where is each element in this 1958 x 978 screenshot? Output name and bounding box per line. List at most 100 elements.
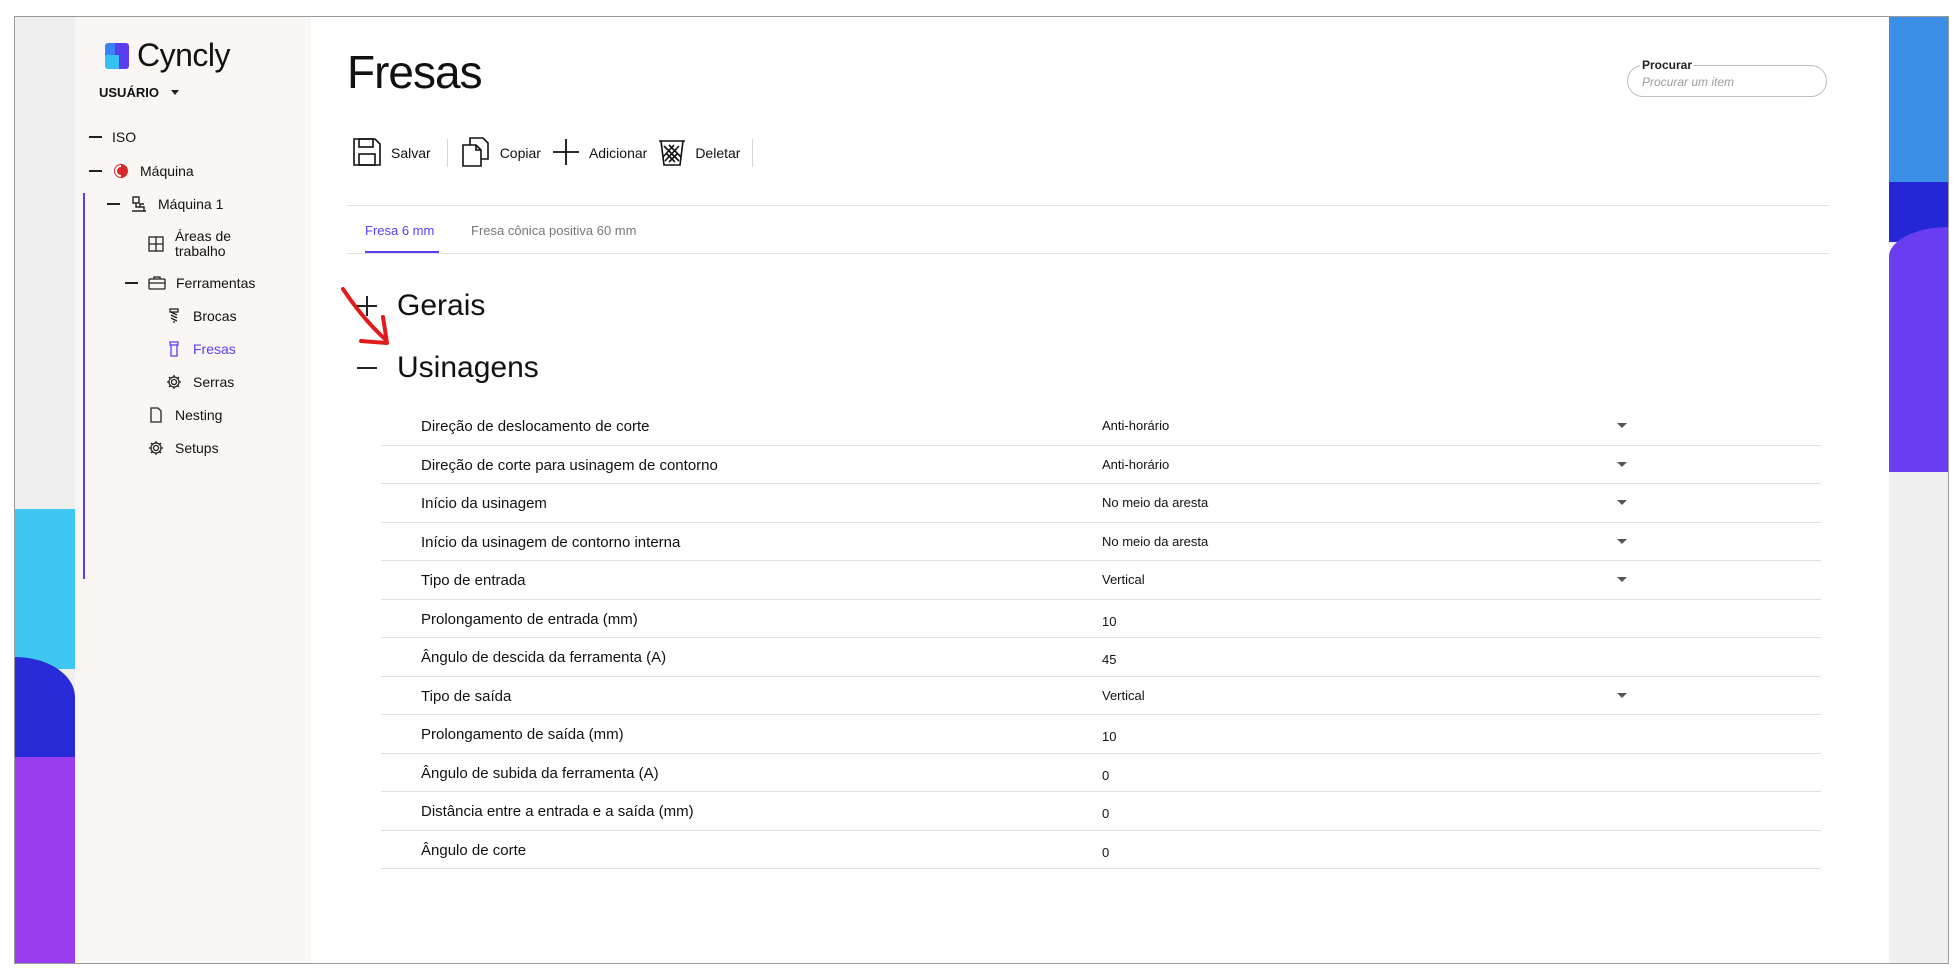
delete-button[interactable]: Deletar bbox=[657, 137, 750, 170]
table-row: Ângulo de descida da ferramenta (A) 45 bbox=[381, 638, 1821, 677]
dropdown-arrow-icon[interactable] bbox=[1617, 461, 1627, 467]
copy-button[interactable]: Copiar bbox=[460, 136, 551, 171]
property-label: Tipo de saída bbox=[421, 687, 512, 705]
property-input[interactable]: 0 bbox=[1102, 806, 1109, 821]
property-label: Prolongamento de entrada (mm) bbox=[421, 610, 638, 628]
chevron-down-icon bbox=[170, 90, 179, 95]
tabs-divider-top bbox=[347, 205, 1829, 206]
page-title: Fresas bbox=[347, 46, 483, 98]
sidebar-item-ferramentas[interactable]: Ferramentas bbox=[125, 274, 255, 292]
section-title-gerais: Gerais bbox=[397, 289, 486, 322]
table-row: Tipo de entrada Vertical bbox=[381, 561, 1821, 600]
grid-icon bbox=[147, 235, 165, 253]
section-gerais-toggle[interactable]: Gerais bbox=[357, 289, 485, 323]
property-label: Ângulo de descida da ferramenta (A) bbox=[421, 649, 667, 666]
property-input[interactable]: 0 bbox=[1102, 845, 1109, 860]
property-label: Tipo de entrada bbox=[421, 572, 526, 589]
collapse-dash-icon[interactable] bbox=[89, 136, 102, 138]
sidebar-item-label: Nesting bbox=[175, 407, 223, 423]
right-decoration bbox=[1889, 17, 1948, 963]
drill-bit-icon bbox=[165, 307, 183, 325]
sidebar-item-label: Máquina bbox=[140, 163, 194, 179]
app-window: Cyncly USUÁRIO ISO Máquina Máquina 1 Áre… bbox=[14, 16, 1949, 964]
sidebar-item-setups[interactable]: Setups bbox=[147, 439, 219, 457]
dropdown-arrow-icon[interactable] bbox=[1617, 577, 1627, 582]
property-select[interactable]: No meio da aresta bbox=[1102, 495, 1208, 510]
collapse-minus-icon[interactable] bbox=[357, 358, 377, 378]
mill-icon bbox=[165, 340, 183, 358]
gear-icon bbox=[147, 439, 165, 457]
property-label: Direção de deslocamento de corte bbox=[421, 418, 650, 435]
cyncly-logo-icon bbox=[105, 42, 131, 69]
property-input[interactable]: 10 bbox=[1102, 729, 1116, 744]
brand-name: Cyncly bbox=[137, 37, 231, 73]
saw-gear-icon bbox=[165, 373, 183, 391]
save-button[interactable]: Salvar bbox=[351, 136, 441, 171]
property-label: Distância entre a entrada e a saída (mm) bbox=[421, 803, 694, 820]
toolbar-divider bbox=[752, 139, 754, 167]
logo: Cyncly bbox=[105, 37, 231, 74]
property-input[interactable]: 0 bbox=[1102, 768, 1109, 783]
sidebar-item-label: Ferramentas bbox=[176, 275, 256, 291]
tab-fresa-6mm[interactable]: Fresa 6 mm bbox=[365, 223, 434, 238]
dropdown-arrow-icon[interactable] bbox=[1617, 500, 1627, 505]
toolbar: Salvar Copiar Adicionar Deletar bbox=[351, 135, 759, 171]
copy-icon bbox=[460, 136, 492, 171]
save-label: Salvar bbox=[391, 145, 431, 161]
table-row: Ângulo de subida da ferramenta (A) 0 bbox=[381, 754, 1821, 792]
sidebar-item-maquina-1[interactable]: Máquina 1 bbox=[107, 195, 223, 213]
table-row: Prolongamento de saída (mm) 10 bbox=[381, 715, 1821, 754]
sidebar-item-label: Serras bbox=[193, 374, 235, 390]
sidebar-item-label: Áreas de trabalho bbox=[175, 228, 232, 259]
collapse-dash-icon[interactable] bbox=[107, 203, 120, 205]
trash-icon bbox=[657, 137, 687, 170]
sidebar-item-areas-de-trabalho[interactable]: Áreas de trabalho bbox=[147, 229, 235, 259]
section-title-usinagens: Usinagens bbox=[397, 351, 539, 384]
user-label: USUÁRIO bbox=[99, 85, 159, 100]
properties-table: Direção de deslocamento de corte Anti-hor… bbox=[381, 407, 1821, 869]
sidebar-item-brocas[interactable]: Brocas bbox=[165, 307, 237, 325]
search-field[interactable]: Procurar Procurar um item bbox=[1627, 58, 1827, 97]
property-select[interactable]: No meio da aresta bbox=[1102, 534, 1208, 549]
sidebar-item-label: ISO bbox=[112, 129, 137, 145]
search-input[interactable]: Procurar um item bbox=[1642, 75, 1734, 89]
property-select[interactable]: Anti-horário bbox=[1102, 418, 1169, 433]
document-icon bbox=[147, 406, 165, 424]
copy-label: Copiar bbox=[499, 145, 541, 161]
add-button[interactable]: Adicionar bbox=[551, 137, 657, 170]
dropdown-arrow-icon[interactable] bbox=[1617, 538, 1627, 544]
property-label: Ângulo de corte bbox=[421, 841, 527, 859]
user-menu[interactable]: USUÁRIO bbox=[99, 85, 179, 100]
machine-icon bbox=[130, 195, 148, 213]
sidebar-item-maquina[interactable]: Máquina bbox=[89, 162, 194, 180]
table-row: Tipo de saída Vertical bbox=[381, 677, 1821, 715]
add-label: Adicionar bbox=[588, 145, 648, 161]
sidebar-item-serras[interactable]: Serras bbox=[165, 373, 234, 391]
tab-fresa-conica[interactable]: Fresa cônica positiva 60 mm bbox=[471, 223, 636, 238]
property-input[interactable]: 45 bbox=[1102, 652, 1116, 667]
collapse-dash-icon[interactable] bbox=[125, 282, 138, 284]
sidebar-item-nesting[interactable]: Nesting bbox=[147, 406, 222, 424]
machine-logo-icon bbox=[112, 162, 130, 180]
table-row: Distância entre a entrada e a saída (mm)… bbox=[381, 792, 1821, 831]
sidebar: Cyncly USUÁRIO ISO Máquina Máquina 1 Áre… bbox=[75, 17, 311, 963]
table-row: Direção de deslocamento de corte Anti-hor… bbox=[381, 407, 1821, 446]
property-input[interactable]: 10 bbox=[1102, 614, 1116, 629]
property-label: Direção de corte para usinagem de contor… bbox=[421, 456, 718, 474]
collapse-dash-icon[interactable] bbox=[89, 170, 102, 172]
sidebar-item-fresas[interactable]: Fresas bbox=[165, 340, 236, 358]
sidebar-item-iso[interactable]: ISO bbox=[89, 129, 136, 145]
property-label: Início da usinagem de contorno interna bbox=[421, 533, 681, 551]
property-label: Ângulo de subida da ferramenta (A) bbox=[421, 764, 659, 782]
sidebar-item-label: Setups bbox=[175, 440, 219, 456]
expand-plus-icon[interactable] bbox=[357, 296, 377, 316]
dropdown-arrow-icon[interactable] bbox=[1617, 423, 1627, 428]
property-select[interactable]: Vertical bbox=[1102, 688, 1145, 703]
dropdown-arrow-icon[interactable] bbox=[1617, 692, 1627, 698]
section-usinagens-toggle[interactable]: Usinagens bbox=[357, 351, 539, 385]
property-select[interactable]: Vertical bbox=[1102, 572, 1145, 587]
left-decoration bbox=[15, 17, 75, 963]
toolbar-divider bbox=[446, 139, 448, 167]
main-content: Fresas Procurar Procurar um item Salvar … bbox=[311, 17, 1889, 963]
property-select[interactable]: Anti-horário bbox=[1102, 457, 1169, 472]
